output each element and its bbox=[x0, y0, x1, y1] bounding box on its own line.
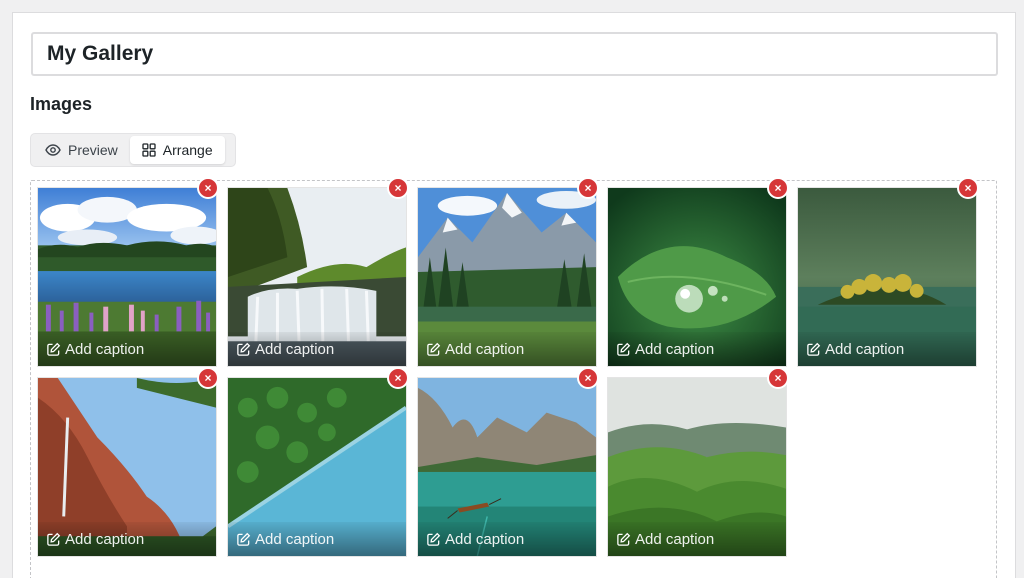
caption-field[interactable]: Add caption bbox=[418, 332, 596, 366]
preview-toggle-label: Preview bbox=[68, 142, 118, 158]
remove-icon: × bbox=[394, 371, 402, 385]
arrange-toggle-label: Arrange bbox=[162, 142, 213, 158]
caption-field[interactable]: Add caption bbox=[608, 522, 786, 556]
caption-placeholder: Add caption bbox=[825, 340, 905, 358]
view-toggle: Preview Arrange bbox=[30, 133, 236, 167]
remove-image-button[interactable]: × bbox=[767, 367, 789, 389]
gallery-image-tile[interactable]: Add caption bbox=[607, 187, 787, 367]
remove-icon: × bbox=[394, 181, 402, 195]
caption-placeholder: Add caption bbox=[635, 340, 715, 358]
caption-field[interactable]: Add caption bbox=[228, 522, 406, 556]
remove-image-button[interactable]: × bbox=[767, 177, 789, 199]
preview-toggle-button[interactable]: Preview bbox=[33, 136, 130, 164]
edit-icon bbox=[47, 532, 61, 546]
edit-icon bbox=[427, 532, 441, 546]
grid-icon bbox=[142, 143, 156, 157]
edit-icon bbox=[427, 342, 441, 356]
remove-icon: × bbox=[204, 181, 212, 195]
caption-field[interactable]: Add caption bbox=[38, 332, 216, 366]
gallery-image-tile[interactable]: Add caption bbox=[417, 377, 597, 557]
remove-image-button[interactable]: × bbox=[577, 177, 599, 199]
gallery-image-tile[interactable]: Add caption bbox=[797, 187, 977, 367]
caption-placeholder: Add caption bbox=[635, 530, 715, 548]
caption-field[interactable]: Add caption bbox=[38, 522, 216, 556]
remove-icon: × bbox=[584, 181, 592, 195]
remove-icon: × bbox=[584, 371, 592, 385]
caption-placeholder: Add caption bbox=[255, 340, 335, 358]
gallery-image-tile[interactable]: Add caption bbox=[227, 377, 407, 557]
gallery-image-tile[interactable]: Add caption bbox=[37, 187, 217, 367]
remove-image-button[interactable]: × bbox=[197, 367, 219, 389]
remove-image-button[interactable]: × bbox=[957, 177, 979, 199]
remove-icon: × bbox=[964, 181, 972, 195]
caption-field[interactable]: Add caption bbox=[228, 332, 406, 366]
images-section-heading: Images bbox=[30, 94, 93, 114]
arrange-toggle-button[interactable]: Arrange bbox=[129, 136, 225, 164]
edit-icon bbox=[617, 342, 631, 356]
eye-icon bbox=[45, 144, 61, 156]
gallery-image-tile[interactable]: Add caption bbox=[417, 187, 597, 367]
caption-field[interactable]: Add caption bbox=[798, 332, 976, 366]
remove-image-button[interactable]: × bbox=[197, 177, 219, 199]
remove-icon: × bbox=[774, 371, 782, 385]
caption-placeholder: Add caption bbox=[445, 530, 525, 548]
edit-icon bbox=[617, 532, 631, 546]
edit-icon bbox=[237, 532, 251, 546]
remove-image-button[interactable]: × bbox=[577, 367, 599, 389]
caption-placeholder: Add caption bbox=[65, 340, 145, 358]
gallery-editor-panel: Images Preview Arrange bbox=[12, 12, 1016, 578]
caption-field[interactable]: Add caption bbox=[418, 522, 596, 556]
caption-field[interactable]: Add caption bbox=[608, 332, 786, 366]
caption-placeholder: Add caption bbox=[65, 530, 145, 548]
image-arrange-area: Add caption × Add caption × Add caption … bbox=[30, 177, 997, 578]
edit-icon bbox=[807, 342, 821, 356]
gallery-image-tile[interactable]: Add caption bbox=[607, 377, 787, 557]
caption-placeholder: Add caption bbox=[255, 530, 335, 548]
remove-image-button[interactable]: × bbox=[387, 177, 409, 199]
gallery-title-input[interactable] bbox=[31, 32, 998, 76]
edit-icon bbox=[47, 342, 61, 356]
remove-image-button[interactable]: × bbox=[387, 367, 409, 389]
gallery-image-tile[interactable]: Add caption bbox=[37, 377, 217, 557]
remove-icon: × bbox=[204, 371, 212, 385]
remove-icon: × bbox=[774, 181, 782, 195]
caption-placeholder: Add caption bbox=[445, 340, 525, 358]
edit-icon bbox=[237, 342, 251, 356]
gallery-image-tile[interactable]: Add caption bbox=[227, 187, 407, 367]
